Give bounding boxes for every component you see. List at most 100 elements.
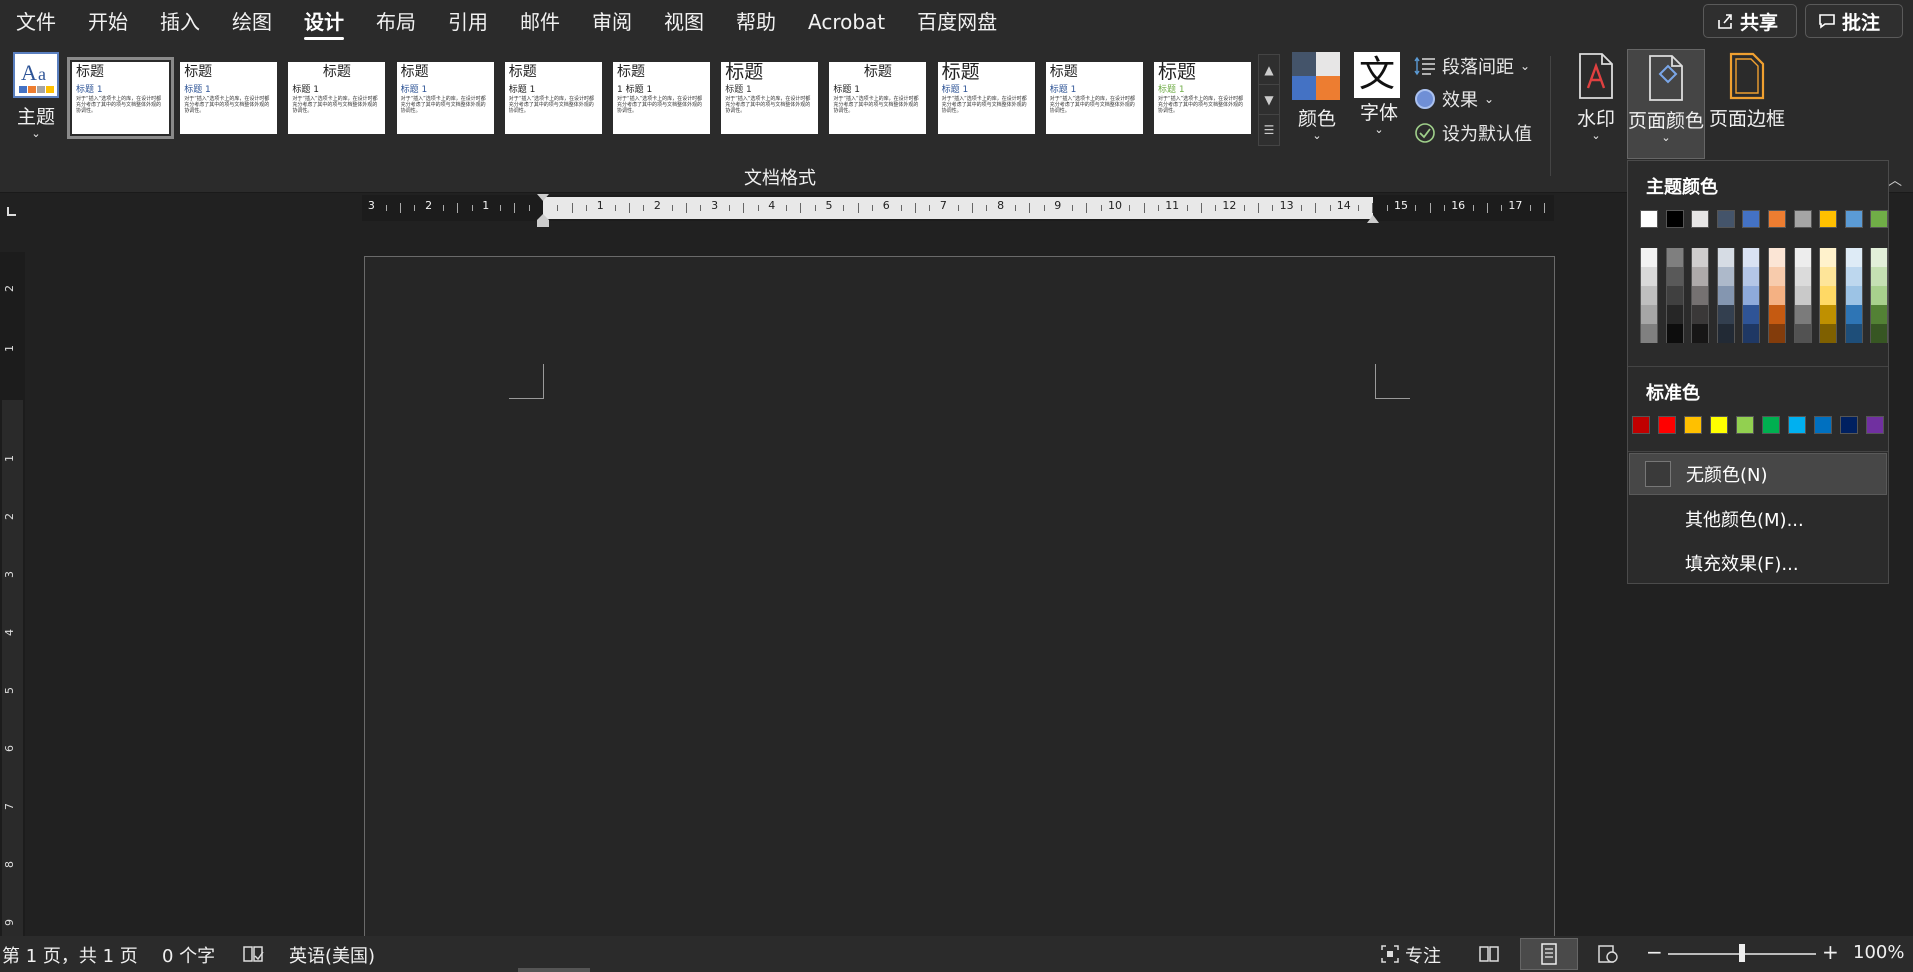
set-as-default-button[interactable]: 设为默认值 [1414,119,1532,147]
effects-button[interactable]: 效果 ⌄ [1414,85,1494,113]
tab-9[interactable]: 视图 [648,0,720,46]
theme-shade-swatch[interactable] [1691,324,1710,343]
vertical-ruler[interactable]: 2 1 1 2 3 4 5 6 7 8 9 [0,252,25,937]
theme-shade-swatch[interactable] [1819,324,1838,343]
theme-shade-swatch[interactable] [1768,267,1786,286]
style-set-thumbnail[interactable]: 标题 标题 1 对于“插入”选项卡上的库，在设计时都充分考虑了其中的项与文档整体外观… [396,62,494,134]
right-indent-marker-icon[interactable] [1364,212,1382,224]
style-set-thumbnail[interactable]: 标题 标题 1 对于“插入”选项卡上的库，在设计时都充分考虑了其中的项与文档整体外观… [937,62,1035,134]
theme-shade-swatch[interactable] [1870,286,1889,305]
theme-color-swatch[interactable] [1665,210,1684,228]
fill-effects-option[interactable]: 填充效果(F)... [1629,542,1887,584]
theme-shade-swatch[interactable] [1716,267,1735,286]
theme-shade-swatch[interactable] [1742,248,1761,267]
style-set-thumbnail[interactable]: 标题 标题 1 对于“插入”选项卡上的库，在设计时都充分考虑了其中的项与文档整体外观… [288,62,386,134]
watermark-button[interactable]: 水印 ⌄ [1568,52,1624,146]
theme-shade-swatch[interactable] [1665,286,1684,305]
theme-shade-swatch[interactable] [1768,248,1786,267]
standard-color-swatch[interactable] [1736,416,1754,434]
theme-shade-swatch[interactable] [1640,286,1658,305]
theme-shade-swatch[interactable] [1665,248,1684,267]
tab-7[interactable]: 邮件 [504,0,576,46]
tab-11[interactable]: Acrobat [792,0,901,46]
standard-color-swatch[interactable] [1632,416,1650,434]
tab-3[interactable]: 绘图 [216,0,288,46]
theme-shade-swatch[interactable] [1665,305,1684,324]
theme-shade-swatch[interactable] [1742,267,1761,286]
theme-shade-swatch[interactable] [1819,286,1838,305]
fonts-button[interactable]: 文 字体 ⌄ [1354,52,1404,146]
theme-shade-swatch[interactable] [1716,248,1735,267]
standard-color-swatch[interactable] [1814,416,1832,434]
paragraph-spacing-button[interactable]: 段落间距 ⌄ [1414,52,1530,80]
theme-shade-swatch[interactable] [1691,267,1710,286]
style-set-thumbnail[interactable]: 标题 1 标题 1 对于“插入”选项卡上的库，在设计时都充分考虑了其中的项与文档整体… [613,62,710,134]
theme-shade-swatch[interactable] [1768,286,1786,305]
theme-color-swatch[interactable] [1742,210,1761,228]
theme-shade-swatch[interactable] [1665,267,1684,286]
theme-color-swatch[interactable] [1793,210,1812,228]
theme-shade-swatch[interactable] [1665,324,1684,343]
print-layout-button[interactable] [1520,938,1578,970]
theme-shade-swatch[interactable] [1716,324,1735,343]
zoom-level[interactable]: 100% [1853,942,1904,963]
no-color-option[interactable]: 无颜色(N) [1629,453,1887,495]
theme-shade-swatch[interactable] [1870,248,1889,267]
zoom-in-button[interactable]: + [1822,940,1839,964]
document-page[interactable] [364,256,1555,969]
gallery-scroll-down[interactable]: ▼ [1258,84,1280,116]
theme-color-swatch[interactable] [1716,210,1735,228]
theme-shade-swatch[interactable] [1793,324,1812,343]
style-set-thumbnail[interactable]: 标题 标题 1 对于“插入”选项卡上的库，在设计时都充分考虑了其中的项与文档整体外观… [504,62,602,134]
theme-shade-swatch[interactable] [1691,248,1710,267]
theme-shade-swatch[interactable] [1691,305,1710,324]
theme-shade-swatch[interactable] [1844,286,1863,305]
language[interactable]: 英语(美国) [289,942,375,968]
tab-2[interactable]: 插入 [144,0,216,46]
gallery-more[interactable]: ☰ [1258,114,1280,146]
theme-color-swatch[interactable] [1640,210,1658,228]
web-layout-icon[interactable] [1597,944,1619,964]
standard-color-swatch[interactable] [1684,416,1702,434]
theme-color-swatch[interactable] [1844,210,1863,228]
theme-shade-swatch[interactable] [1793,286,1812,305]
theme-shade-swatch[interactable] [1819,248,1838,267]
theme-color-swatch[interactable] [1768,210,1786,228]
proofing-book-icon[interactable] [242,944,264,964]
page-borders-button[interactable]: 页面边框 [1708,52,1786,146]
word-count[interactable]: 0 个字 [162,942,215,968]
indent-marker-icon[interactable] [534,193,552,229]
zoom-slider-thumb[interactable] [1739,944,1745,962]
theme-shade-swatch[interactable] [1870,267,1889,286]
theme-shade-swatch[interactable] [1793,305,1812,324]
style-set-thumbnail[interactable]: 标题 标题 1 对于“插入”选项卡上的库，在设计时都充分考虑了其中的项与文档整体外观… [829,62,927,134]
zoom-out-button[interactable]: − [1646,940,1663,964]
theme-color-swatch[interactable] [1691,210,1710,228]
theme-shade-swatch[interactable] [1716,305,1735,324]
share-button[interactable]: 共享 [1703,4,1797,38]
style-set-thumbnail[interactable]: 标题 标题 1 对于“插入”选项卡上的库，在设计时都充分考虑了其中的项与文档整体外观… [1154,62,1251,134]
tab-1[interactable]: 开始 [72,0,144,46]
comments-button[interactable]: 批注 [1805,4,1903,38]
standard-color-swatch[interactable] [1788,416,1806,434]
theme-color-swatch[interactable] [1819,210,1838,228]
page-color-button[interactable]: 页面颜色 ⌄ [1627,49,1705,159]
theme-shade-swatch[interactable] [1844,305,1863,324]
theme-shade-swatch[interactable] [1742,286,1761,305]
theme-shade-swatch[interactable] [1742,305,1761,324]
gallery-scroll-up[interactable]: ▲ [1258,54,1280,86]
standard-color-swatch[interactable] [1710,416,1728,434]
style-set-thumbnail[interactable]: 标题 标题 1 对于“插入”选项卡上的库，在设计时都充分考虑了其中的项与文档整体外观… [180,62,278,134]
colors-button[interactable]: 颜色 ⌄ [1292,52,1342,146]
style-set-thumbnail[interactable]: 标题 标题 1 对于“插入”选项卡上的库，在设计时都充分考虑了其中的项与文档整体外观… [721,62,819,134]
theme-shade-swatch[interactable] [1640,267,1658,286]
tab-selector[interactable] [4,203,20,219]
theme-button[interactable]: A a 主题 ⌄ [10,52,62,146]
read-mode-icon[interactable] [1478,944,1500,964]
theme-shade-swatch[interactable] [1640,324,1658,343]
theme-shade-swatch[interactable] [1793,248,1812,267]
theme-shade-swatch[interactable] [1819,267,1838,286]
tab-12[interactable]: 百度网盘 [901,0,1013,46]
theme-shade-swatch[interactable] [1844,267,1863,286]
tab-8[interactable]: 审阅 [576,0,648,46]
